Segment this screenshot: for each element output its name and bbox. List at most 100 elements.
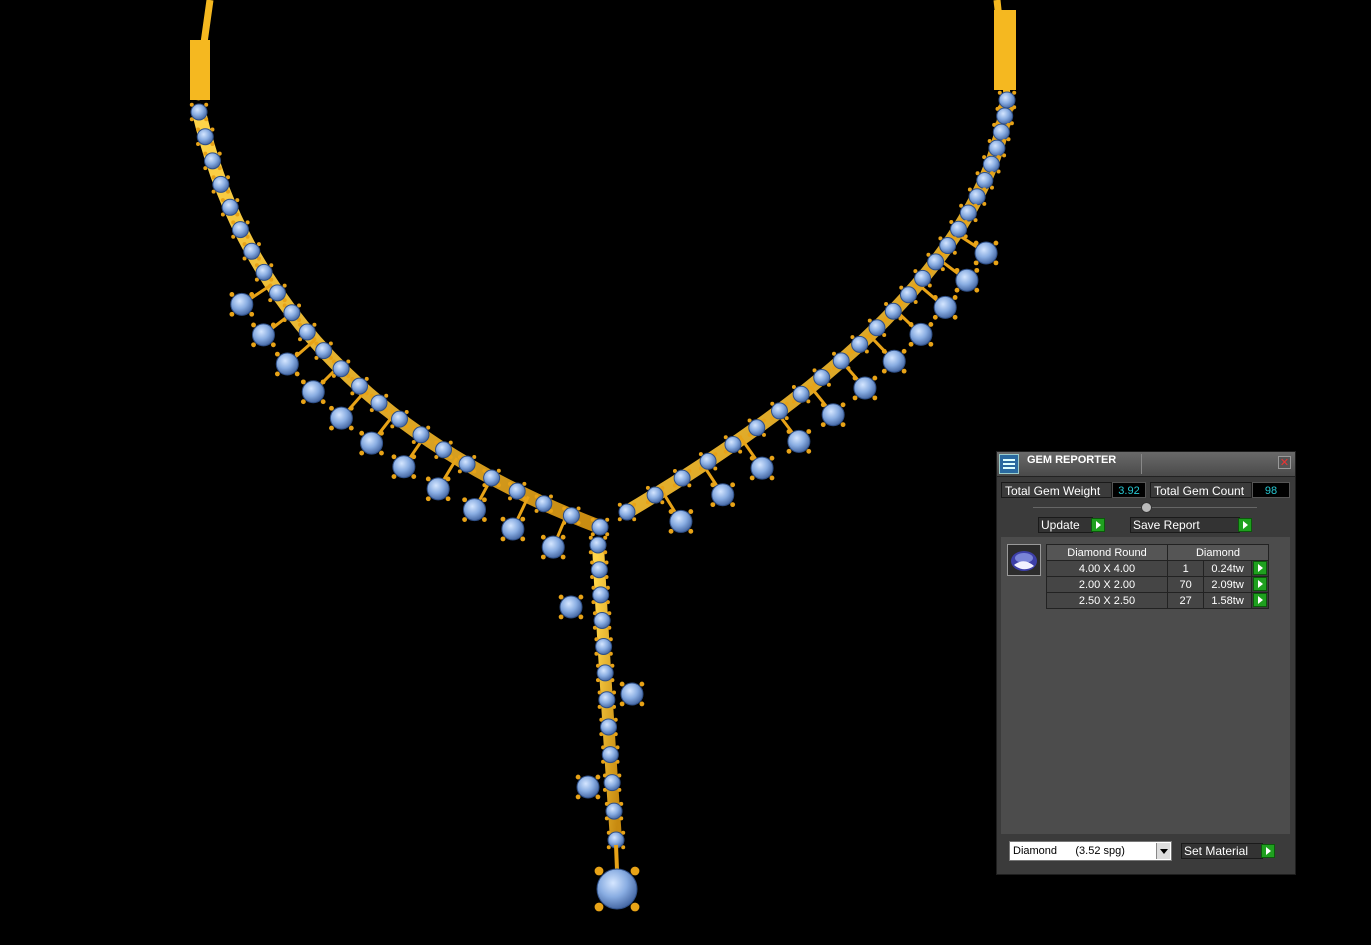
- drop-gem: [559, 595, 583, 619]
- chevron-down-icon[interactable]: [1156, 843, 1170, 859]
- gem-prong: [329, 405, 334, 411]
- gem-prong: [908, 341, 914, 347]
- band-gem: [998, 91, 1016, 109]
- row-action-cell[interactable]: [1250, 560, 1270, 577]
- drop-gem: [711, 483, 735, 507]
- band-gem: [699, 452, 717, 470]
- drop-gem: [620, 682, 644, 706]
- table-row[interactable]: 4.00 X 4.00 1 0.24tw: [1046, 560, 1270, 577]
- gem-prong: [560, 534, 566, 540]
- row-action-cell[interactable]: [1250, 592, 1270, 609]
- gem-prong: [560, 554, 566, 560]
- band-gem: [968, 188, 986, 206]
- gem-count: 27: [1166, 592, 1205, 609]
- play-arrow-icon[interactable]: [1252, 577, 1267, 591]
- set-material-button[interactable]: Set Material: [1181, 843, 1263, 859]
- material-select[interactable]: Diamond (3.52 spg): [1009, 841, 1172, 861]
- panel-titlebar[interactable]: GEM REPORTER ✕: [997, 452, 1295, 477]
- round-gem-icon[interactable]: [1007, 544, 1041, 576]
- band-gem: [595, 637, 613, 655]
- column-header-shape: Diamond Round: [1046, 544, 1168, 561]
- gem-prong: [425, 496, 431, 502]
- band-gem: [458, 455, 476, 473]
- collapse-toggle[interactable]: [1141, 502, 1152, 513]
- band-gem: [868, 319, 886, 337]
- gem-prong: [993, 240, 999, 246]
- gem-prong: [445, 496, 451, 502]
- gem-prong: [769, 455, 775, 461]
- gem-table: Diamond Round Diamond 4.00 X 4.00 1 0.24…: [1046, 544, 1270, 609]
- band-gem: [601, 746, 619, 764]
- band-gem: [673, 469, 691, 487]
- gem-prong: [249, 311, 255, 317]
- gem-weight: 0.24tw: [1203, 560, 1252, 577]
- gem-prong: [619, 681, 625, 687]
- band-gem: [598, 691, 616, 709]
- gem-prong: [445, 476, 451, 482]
- gem-prong: [578, 594, 584, 600]
- drop-gem: [882, 349, 906, 373]
- save-report-play-arrow-icon[interactable]: [1238, 518, 1252, 532]
- gem-prong: [320, 379, 326, 385]
- band-gem: [508, 482, 526, 500]
- play-arrow-icon[interactable]: [1252, 593, 1267, 607]
- table-row[interactable]: 2.50 X 2.50 27 1.58tw: [1046, 592, 1270, 609]
- band-gem: [435, 441, 453, 459]
- gem-prong: [769, 475, 775, 481]
- band-gem: [268, 284, 286, 302]
- update-button[interactable]: Update: [1038, 517, 1093, 533]
- band-gem: [939, 237, 957, 255]
- title-separator: [1141, 454, 1142, 474]
- total-gem-weight-value: 3.92: [1112, 482, 1146, 498]
- gem-prong: [932, 295, 938, 300]
- save-report-button[interactable]: Save Report: [1130, 517, 1240, 533]
- gem-prong: [688, 509, 694, 514]
- gem-prong: [820, 422, 826, 428]
- material-select-value: Diamond (3.52 spg): [1013, 845, 1125, 857]
- gem-prong: [462, 497, 468, 503]
- gem-prong: [359, 450, 365, 456]
- band-gem: [212, 175, 230, 193]
- gem-prong: [348, 405, 354, 411]
- band-gem: [618, 503, 636, 521]
- gem-prong: [786, 448, 792, 454]
- gem-prong: [901, 368, 907, 374]
- gem-prong: [749, 455, 755, 461]
- band-gem: [959, 204, 977, 222]
- play-arrow-icon[interactable]: [1252, 561, 1267, 575]
- gem-prong: [730, 482, 736, 488]
- band-gem: [370, 394, 388, 412]
- total-gem-count-label: Total Gem Count: [1150, 482, 1252, 498]
- gem-prong: [852, 395, 858, 401]
- band-gem: [231, 221, 249, 239]
- band-gem: [592, 586, 610, 604]
- necklace-model: [189, 0, 1017, 912]
- gem-prong: [595, 794, 601, 800]
- gem-prong: [954, 287, 960, 293]
- gem-prong: [540, 534, 546, 540]
- pendant-gem: [596, 868, 638, 910]
- set-material-play-arrow-icon[interactable]: [1261, 844, 1275, 858]
- gem-size: 2.50 X 2.50: [1046, 592, 1168, 609]
- gem-prong: [270, 322, 276, 328]
- gem-prong: [668, 528, 674, 534]
- band-gem: [927, 253, 945, 271]
- panel-title: GEM REPORTER: [1027, 454, 1117, 466]
- drop-gem: [463, 498, 487, 522]
- gem-prong: [481, 497, 487, 503]
- drop-gem: [426, 477, 450, 501]
- gem-prong: [379, 450, 384, 456]
- gem-size: 4.00 X 4.00: [1046, 560, 1168, 577]
- gem-weight: 1.58tw: [1203, 592, 1252, 609]
- table-row[interactable]: 2.00 X 2.00 70 2.09tw: [1046, 576, 1270, 593]
- row-action-cell[interactable]: [1250, 576, 1270, 593]
- gem-prong: [320, 399, 326, 405]
- band-gem: [255, 263, 273, 281]
- band-gem: [593, 611, 611, 629]
- gem-prong: [379, 430, 384, 436]
- update-play-arrow-icon[interactable]: [1091, 518, 1105, 532]
- gem-count: 1: [1166, 560, 1205, 577]
- drop-gem: [230, 292, 254, 316]
- band-gem: [851, 335, 869, 353]
- close-icon[interactable]: ✕: [1278, 456, 1291, 469]
